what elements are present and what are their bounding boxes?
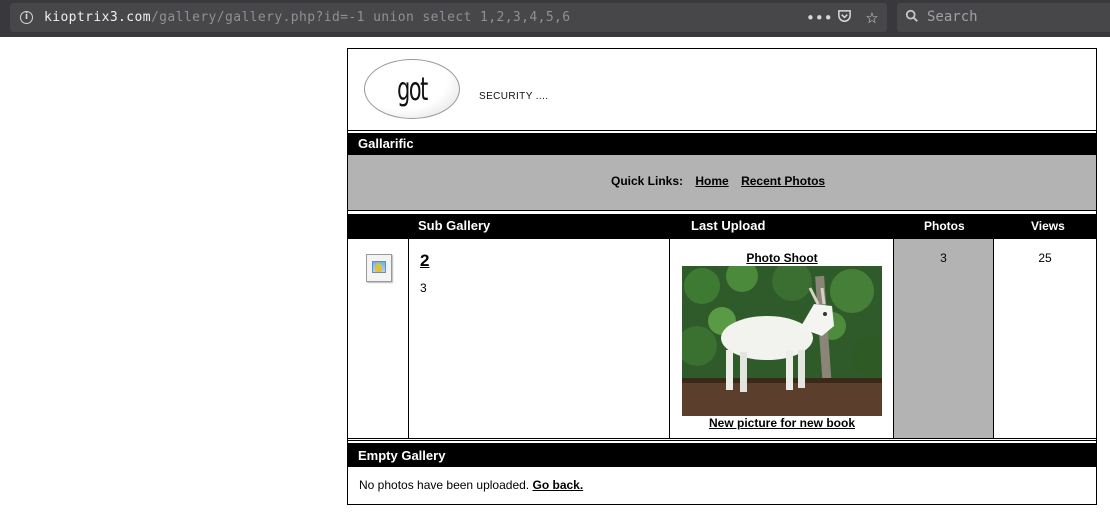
recent-photos-link[interactable]: Recent Photos [741, 174, 825, 188]
bookmark-star-icon[interactable]: ☆ [862, 9, 882, 27]
sub-gallery-value: 3 [420, 281, 427, 295]
url-path: /gallery/gallery.php?id=-1 union select … [150, 10, 571, 25]
search-bar[interactable] [897, 3, 1110, 32]
empty-message-text: No photos have been uploaded. [359, 478, 530, 492]
header-photos: Photos [924, 219, 965, 233]
photo-title-link[interactable]: Photo Shoot [670, 251, 894, 265]
info-icon[interactable]: i [20, 11, 33, 24]
photo-caption-link[interactable]: New picture for new book [670, 416, 894, 430]
goat-photo[interactable] [682, 266, 882, 416]
page-action-icons: ••• ☆ [806, 8, 882, 28]
url-host: kioptrix3.com [44, 10, 151, 25]
site-header: got goat? SECURITY .... [348, 49, 1096, 166]
header-last-upload: Last Upload [691, 218, 766, 233]
table-header: Sub Gallery Last Upload Photos Views [348, 214, 1096, 238]
site-logo: got goat? [364, 59, 460, 166]
url-text[interactable]: kioptrix3.com/gallery/gallery.php?id=-1 … [44, 10, 571, 25]
quick-links-panel: Quick Links: Home Recent Photos [348, 154, 1096, 211]
home-link[interactable]: Home [695, 174, 728, 188]
thumbnail-cell [348, 239, 409, 438]
sub-gallery-cell: 2 3 [409, 239, 670, 438]
gallery-image-icon[interactable] [366, 254, 392, 282]
go-back-link[interactable]: Go back. [532, 478, 583, 492]
gallery-title: Gallarific [348, 133, 1096, 154]
url-bar[interactable]: i kioptrix3.com/gallery/gallery.php?id=-… [10, 3, 887, 32]
quick-links-label: Quick Links: [611, 174, 684, 188]
last-upload-cell: Photo Shoot New picture for new book [670, 239, 894, 438]
table-row: 2 3 Photo Shoot New picture for new book… [348, 238, 1096, 441]
views-count: 25 [1038, 251, 1052, 265]
site-tagline: SECURITY .... [479, 91, 549, 102]
pocket-icon[interactable] [834, 9, 854, 28]
browser-toolbar: i kioptrix3.com/gallery/gallery.php?id=-… [0, 0, 1110, 37]
empty-gallery-message: No photos have been uploaded. Go back. [359, 478, 583, 492]
search-icon [905, 9, 918, 22]
empty-gallery-title: Empty Gallery [348, 443, 1096, 467]
views-cell: 25 [994, 239, 1096, 438]
search-input[interactable] [927, 9, 1097, 25]
sub-gallery-link[interactable]: 2 [420, 251, 429, 271]
header-sub-gallery: Sub Gallery [418, 218, 491, 233]
header-views: Views [1031, 219, 1065, 233]
photos-cell: 3 [894, 239, 994, 438]
more-icon[interactable]: ••• [806, 9, 833, 27]
photos-count: 3 [940, 251, 947, 265]
gallery-page: got goat? SECURITY .... Gallarific Quick… [347, 48, 1097, 505]
